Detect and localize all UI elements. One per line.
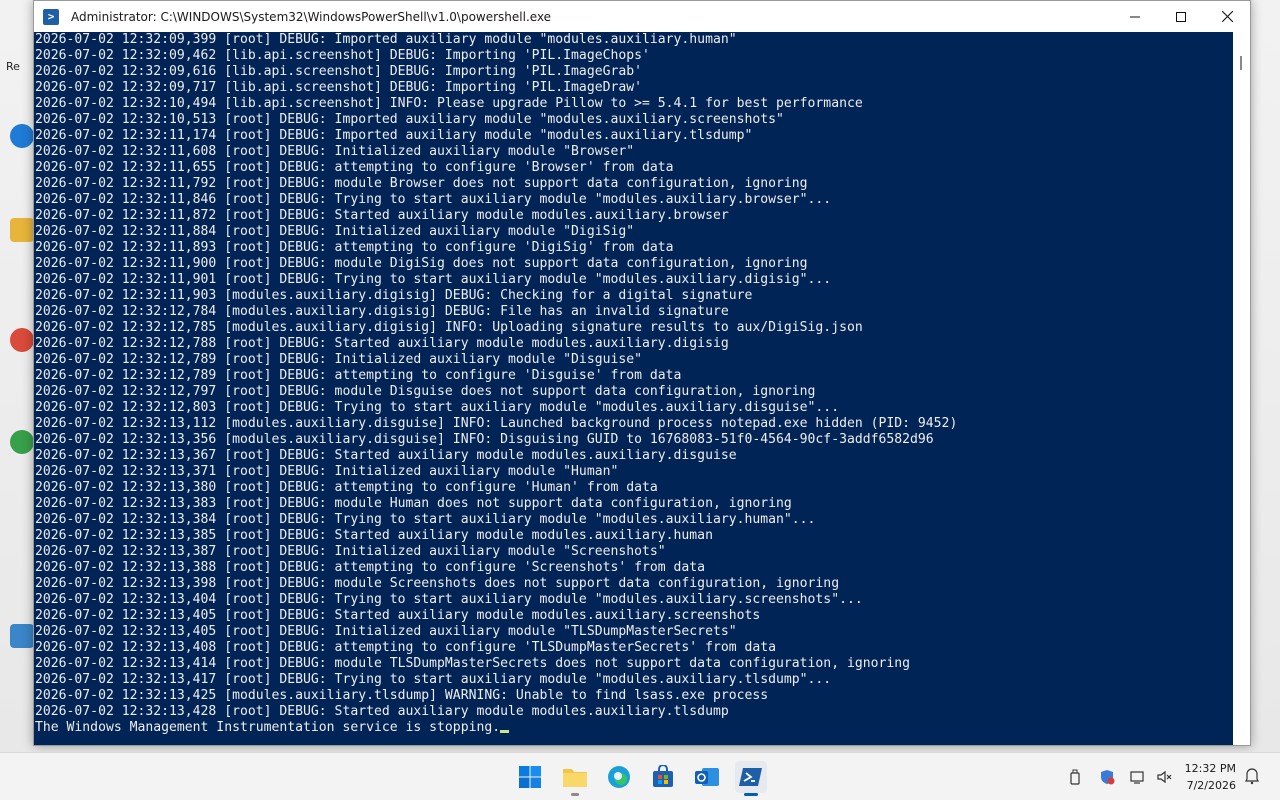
system-clock[interactable]: 12:32 PM 7/2/2026 [1170,760,1236,794]
powershell-icon: > [43,8,59,25]
console-line: 2026-07-02 12:32:13,414 [root] DEBUG: mo… [35,656,911,671]
desktop-app-icon[interactable] [10,328,34,352]
folder-icon [563,769,587,787]
usb-icon[interactable] [1067,769,1083,785]
console-line: 2026-07-02 12:32:13,383 [root] DEBUG: mo… [35,496,792,511]
edge-icon [608,766,630,788]
powershell-window: > Administrator: C:\WINDOWS\System32\Win… [33,0,1251,746]
console-line: 2026-07-02 12:32:11,174 [root] DEBUG: Im… [35,128,753,143]
security-shield-icon[interactable] [1099,769,1115,785]
console-line: 2026-07-02 12:32:09,399 [root] DEBUG: Im… [35,32,737,47]
console-line: 2026-07-02 12:32:13,387 [root] DEBUG: In… [35,544,666,559]
desktop-shortcut-icon[interactable] [10,624,34,648]
taskbar-powershell[interactable] [735,761,767,796]
console-line: 2026-07-02 12:32:11,792 [root] DEBUG: mo… [35,176,808,191]
powershell-icon [739,768,762,786]
clock-time: 12:32 PM [1184,762,1236,775]
console-line: 2026-07-02 12:32:10,513 [root] DEBUG: Im… [35,112,784,127]
title-bar[interactable]: > Administrator: C:\WINDOWS\System32\Win… [34,1,1250,32]
window-controls [1112,1,1250,32]
console-line: 2026-07-02 12:32:12,797 [root] DEBUG: mo… [35,384,816,399]
taskbar-file-explorer[interactable] [559,761,591,796]
console-line: 2026-07-02 12:32:12,789 [root] DEBUG: In… [35,352,642,367]
desktop-icon-label: Re [6,60,20,73]
console-line: 2026-07-02 12:32:11,846 [root] DEBUG: Tr… [35,192,832,207]
console-line: 2026-07-02 12:32:13,367 [root] DEBUG: St… [35,448,737,463]
minimize-button[interactable] [1112,1,1158,32]
console-line: 2026-07-02 12:32:13,388 [root] DEBUG: at… [35,560,706,575]
console-line: 2026-07-02 12:32:13,425 [modules.auxilia… [35,688,769,703]
taskbar: 12:32 PM 7/2/2026 [0,752,1280,800]
console-line: 2026-07-02 12:32:11,608 [root] DEBUG: In… [35,144,635,159]
outlook-icon [695,768,719,786]
console-line: 2026-07-02 12:32:13,408 [root] DEBUG: at… [35,640,777,655]
desktop-app-icon[interactable] [10,430,34,454]
console-line: 2026-07-02 12:32:12,784 [modules.auxilia… [35,304,729,319]
console-output[interactable]: 2026-07-02 12:32:09,399 [root] DEBUG: Im… [34,32,1234,745]
maximize-icon [1176,11,1186,22]
minimize-icon [1130,16,1140,17]
store-icon [653,765,673,787]
desktop-app-icon[interactable] [10,124,34,148]
desktop-folder-icon[interactable] [10,218,34,242]
console-line: 2026-07-02 12:32:11,901 [root] DEBUG: Tr… [35,272,832,287]
windows-logo-icon [519,766,541,788]
console-line: 2026-07-02 12:32:13,356 [modules.auxilia… [35,432,934,447]
console-line: 2026-07-02 12:32:11,893 [root] DEBUG: at… [35,240,674,255]
console-line: 2026-07-02 12:32:10,494 [lib.api.screens… [35,96,863,111]
console-line: 2026-07-02 12:32:11,900 [root] DEBUG: mo… [35,256,808,271]
taskbar-microsoft-store[interactable] [647,761,679,793]
notification-bell-icon[interactable] [1244,767,1260,785]
console-line: 2026-07-02 12:32:09,462 [lib.api.screens… [35,48,650,63]
scrollbar-thumb[interactable] [1240,56,1242,70]
console-line: 2026-07-02 12:32:13,428 [root] DEBUG: St… [35,704,729,719]
console-line: 2026-07-02 12:32:12,803 [root] DEBUG: Tr… [35,400,840,415]
console-line: 2026-07-02 12:32:13,371 [root] DEBUG: In… [35,464,619,479]
console-line: 2026-07-02 12:32:13,405 [root] DEBUG: In… [35,624,737,639]
taskbar-edge[interactable] [603,761,635,793]
console-line: 2026-07-02 12:32:12,788 [root] DEBUG: St… [35,336,729,351]
console-line: 2026-07-02 12:32:13,380 [root] DEBUG: at… [35,480,658,495]
text-cursor [500,730,510,733]
console-line: The Windows Management Instrumentation s… [35,720,1234,736]
console-line: 2026-07-02 12:32:13,417 [root] DEBUG: Tr… [35,672,832,687]
console-line: 2026-07-02 12:32:13,112 [modules.auxilia… [35,416,958,431]
close-button[interactable] [1204,1,1250,32]
console-line: 2026-07-02 12:32:13,405 [root] DEBUG: St… [35,608,761,623]
active-indicator [744,793,758,796]
console-line: 2026-07-02 12:32:11,655 [root] DEBUG: at… [35,160,674,175]
window-title: Administrator: C:\WINDOWS\System32\Windo… [71,9,552,24]
console-line: 2026-07-02 12:32:11,884 [root] DEBUG: In… [35,224,635,239]
clock-date: 7/2/2026 [1186,779,1236,792]
console-line: 2026-07-02 12:32:12,785 [modules.auxilia… [35,320,863,335]
close-icon [1221,11,1233,22]
console-line: 2026-07-02 12:32:09,717 [lib.api.screens… [35,80,642,95]
console-line: 2026-07-02 12:32:13,385 [root] DEBUG: St… [35,528,713,543]
console-line: 2026-07-02 12:32:11,903 [modules.auxilia… [35,288,753,303]
maximize-button[interactable] [1158,1,1204,32]
console-line: 2026-07-02 12:32:09,616 [lib.api.screens… [35,64,642,79]
network-icon[interactable] [1130,769,1146,785]
taskbar-outlook[interactable] [691,761,723,793]
console-line: 2026-07-02 12:32:13,404 [root] DEBUG: Tr… [35,592,863,607]
vertical-scrollbar[interactable] [1233,32,1250,745]
start-button[interactable] [514,761,546,793]
console-line: 2026-07-02 12:32:13,398 [root] DEBUG: mo… [35,576,840,591]
running-indicator [571,793,579,796]
console-line: 2026-07-02 12:32:12,789 [root] DEBUG: at… [35,368,682,383]
console-line: 2026-07-02 12:32:13,384 [root] DEBUG: Tr… [35,512,816,527]
console-line: 2026-07-02 12:32:11,872 [root] DEBUG: St… [35,208,729,223]
